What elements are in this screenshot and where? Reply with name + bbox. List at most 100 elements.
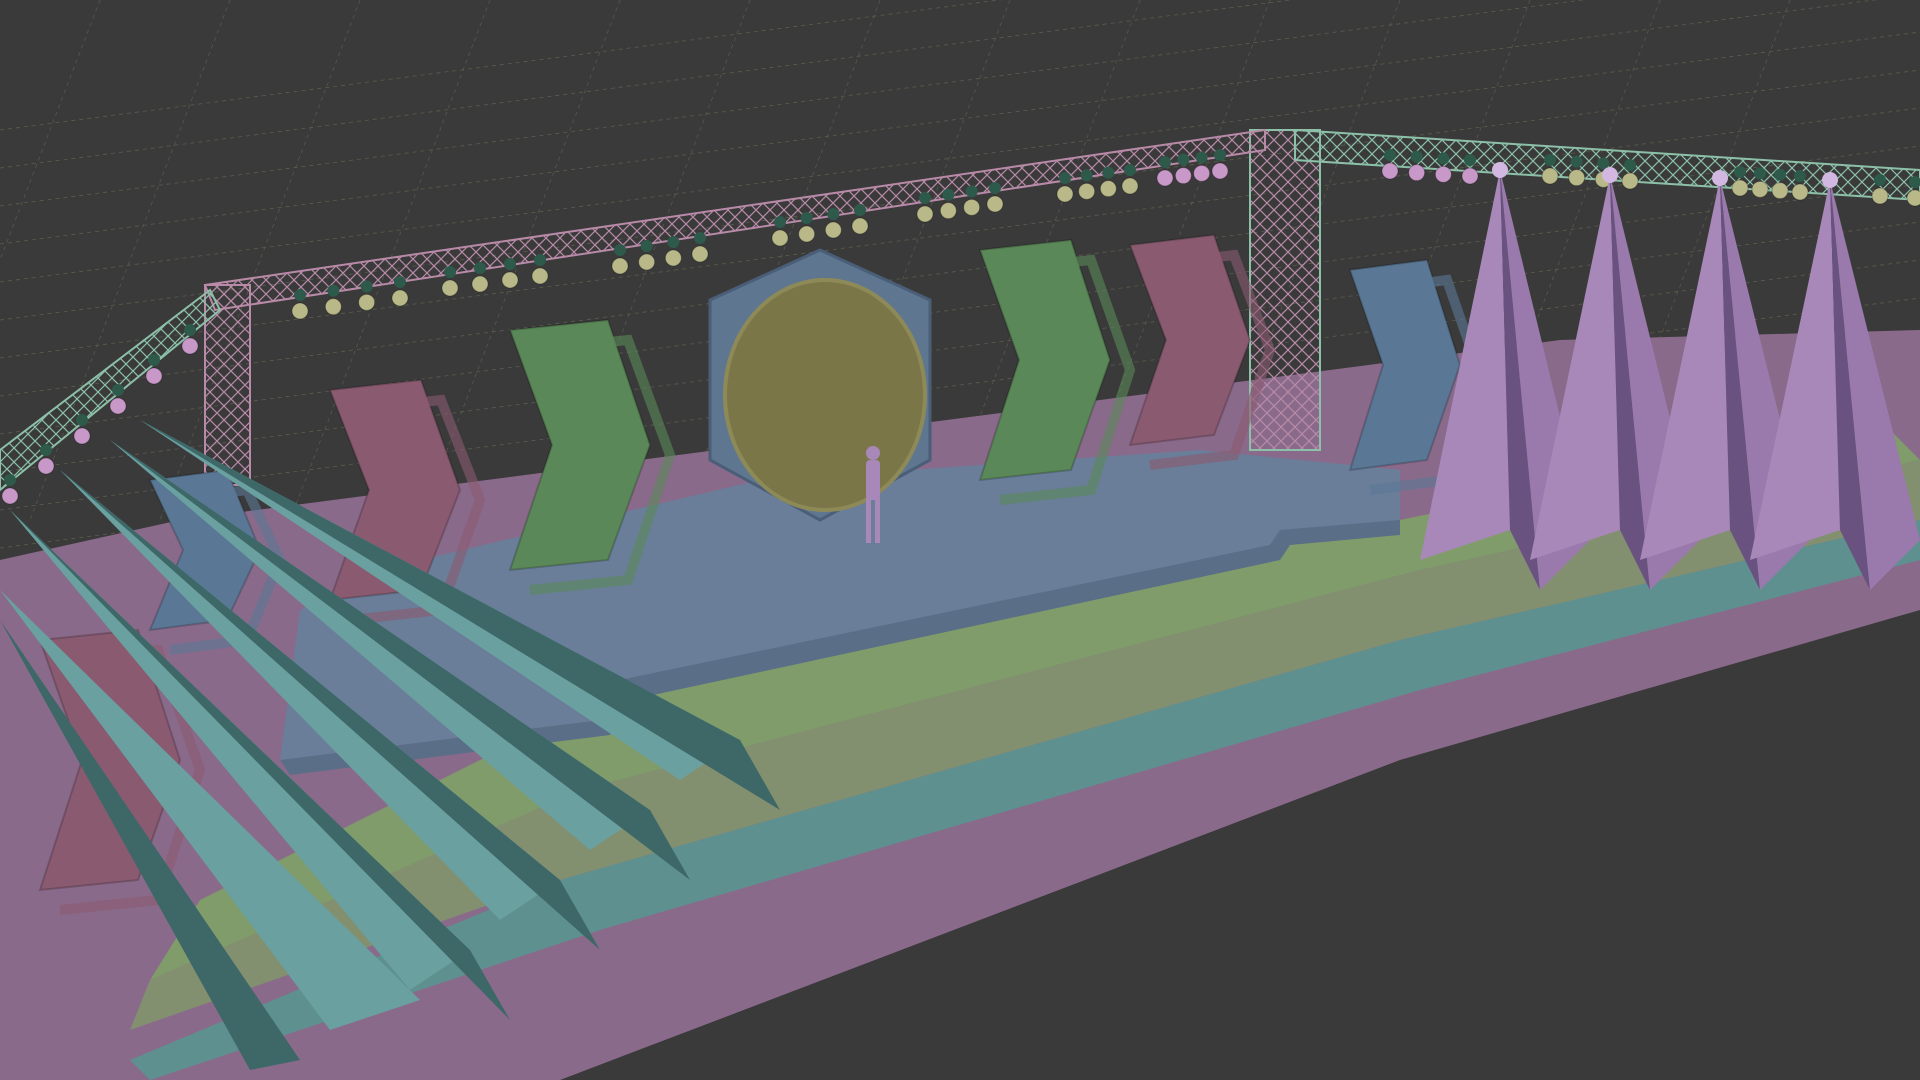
light (1461, 167, 1479, 185)
light-housing (1059, 172, 1071, 184)
light-housing (1754, 167, 1766, 180)
spotlight-fixture (1492, 162, 1508, 178)
light (1434, 165, 1452, 183)
light-housing (360, 280, 373, 293)
spotlight-fixture (1822, 172, 1838, 188)
light-housing (76, 414, 88, 426)
truss-tower-center[interactable] (1249, 129, 1321, 451)
light-housing (1080, 169, 1093, 182)
grid-line (0, 0, 1002, 131)
light (851, 217, 869, 235)
light-housing (1734, 166, 1746, 178)
light-housing (774, 216, 786, 228)
light-housing (1102, 166, 1115, 179)
light (471, 275, 489, 293)
light-housing (640, 240, 653, 252)
light-housing (1124, 164, 1136, 176)
light-housing (394, 276, 406, 288)
light (771, 229, 789, 247)
light (1541, 167, 1559, 185)
light-housing (694, 232, 706, 244)
grid-line (159, 0, 361, 521)
light-housing (965, 185, 978, 198)
light-housing (504, 258, 516, 270)
light-housing (1437, 152, 1450, 165)
light (916, 205, 934, 223)
light (291, 302, 309, 320)
light-housing (1195, 151, 1208, 164)
light-housing (1774, 168, 1786, 181)
light (109, 397, 127, 415)
truss-left[interactable] (0, 288, 222, 492)
light-housing (1544, 154, 1556, 166)
light (638, 253, 656, 271)
light (181, 337, 199, 355)
light-housing (667, 236, 680, 248)
light-housing (4, 474, 16, 486)
gold-disc[interactable] (723, 278, 927, 512)
light-housing (444, 266, 456, 278)
light (691, 245, 709, 263)
light-housing (474, 262, 486, 274)
light-housing (148, 354, 160, 366)
light (1408, 164, 1426, 182)
light (1751, 180, 1769, 198)
light (1121, 177, 1139, 195)
light-housing (1410, 150, 1423, 163)
light (1056, 185, 1074, 203)
light-housing (1159, 156, 1171, 168)
light (1568, 169, 1586, 187)
light-housing (112, 384, 124, 396)
light-housing (800, 212, 813, 224)
light (1771, 182, 1789, 200)
light-housing (942, 188, 955, 201)
spotlight-fixture (1712, 170, 1728, 186)
light (1871, 187, 1889, 205)
light (1156, 169, 1174, 187)
light (1078, 182, 1096, 200)
light (501, 271, 519, 289)
light-housing (184, 324, 196, 336)
light (986, 195, 1004, 213)
light-housing (1624, 159, 1636, 171)
light (1174, 167, 1192, 185)
3d-viewport[interactable] (0, 0, 1920, 1080)
light (798, 225, 816, 243)
scene-canvas[interactable] (0, 0, 1920, 1080)
light-housing (1384, 149, 1396, 161)
light (324, 298, 342, 316)
light-housing (989, 182, 1001, 194)
light-housing (854, 204, 866, 216)
light (1791, 183, 1809, 201)
light (1381, 162, 1399, 180)
light-housing (294, 289, 306, 301)
light (611, 257, 629, 275)
light (441, 279, 459, 297)
light-housing (1177, 153, 1190, 166)
light (73, 427, 91, 445)
light-housing (1214, 149, 1226, 161)
light-housing (614, 244, 626, 256)
light-housing (1794, 170, 1806, 182)
light (824, 221, 842, 239)
light (1731, 179, 1749, 197)
light (939, 202, 957, 220)
light-housing (1464, 154, 1476, 166)
light-housing (327, 284, 340, 297)
light (145, 367, 163, 385)
light-housing (1874, 174, 1886, 186)
light-housing (827, 208, 840, 220)
light-housing (40, 444, 52, 456)
light (531, 267, 549, 285)
light (1211, 162, 1229, 180)
light-housing (534, 254, 546, 266)
spotlight-fixture (1602, 167, 1618, 183)
light-housing (1570, 155, 1583, 168)
light (1, 487, 19, 505)
light (358, 293, 376, 311)
light (391, 289, 409, 307)
light-housing (919, 192, 931, 204)
light (664, 249, 682, 267)
light (1193, 164, 1211, 182)
light (1906, 189, 1920, 207)
